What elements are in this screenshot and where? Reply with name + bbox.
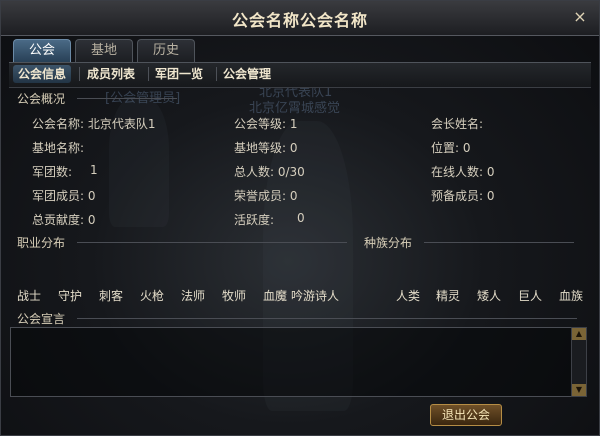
- position-field: 位置: 0: [431, 141, 471, 155]
- scroll-down-icon[interactable]: ▼: [572, 384, 586, 396]
- subtab-legion-overview[interactable]: 军团一览: [150, 65, 208, 83]
- total-members-field: 总人数: 0/30: [234, 165, 305, 179]
- class-distribution-divider: [77, 242, 347, 243]
- exit-guild-button[interactable]: 退出公会: [430, 404, 502, 426]
- tab-history[interactable]: 历史: [137, 39, 195, 62]
- tab-base[interactable]: 基地: [75, 39, 133, 62]
- overview-divider: [77, 98, 177, 99]
- class-guardian: 守护: [58, 289, 83, 303]
- total-contribution-field: 总贡献度: 0: [32, 213, 96, 227]
- subtab-divider: [148, 67, 149, 81]
- class-priest: 牧师: [222, 289, 247, 303]
- activity-value: 0: [297, 211, 305, 225]
- tab-guild[interactable]: 公会: [13, 39, 71, 62]
- race-distribution-title: 种族分布: [364, 236, 413, 250]
- background-admin-label: [公会管理员]: [105, 91, 181, 106]
- class-distribution-title: 职业分布: [17, 236, 66, 250]
- window-title: 公会名称公会名称: [231, 11, 368, 30]
- class-warrior: 战士: [17, 289, 42, 303]
- legion-count-value: 1: [90, 163, 98, 177]
- subtab-guild-management[interactable]: 公会管理: [218, 65, 276, 83]
- leader-name-field: 会长姓名:: [431, 117, 484, 131]
- subtab-divider: [79, 67, 80, 81]
- legion-count-label: 军团数:: [32, 165, 73, 179]
- scroll-up-icon[interactable]: ▲: [572, 328, 586, 340]
- declaration-divider: [77, 318, 577, 319]
- online-count-field: 在线人数: 0: [431, 165, 495, 179]
- declaration-textbox[interactable]: [10, 327, 572, 397]
- class-blood-demon: 血魔: [263, 289, 288, 303]
- honor-members-field: 荣誉成员: 0: [234, 189, 298, 203]
- race-elf: 精灵: [436, 289, 461, 303]
- base-name-field: 基地名称:: [32, 141, 85, 155]
- class-bard: 吟游诗人: [291, 289, 340, 303]
- race-human: 人类: [396, 289, 421, 303]
- sub-tabs: 公会信息 成员列表 军团一览 公会管理: [9, 62, 591, 88]
- close-icon[interactable]: ×: [571, 8, 589, 26]
- subtab-member-list[interactable]: 成员列表: [82, 65, 140, 83]
- class-mage: 法师: [181, 289, 206, 303]
- guild-level-field: 公会等级: 1: [234, 117, 298, 131]
- guild-name-field: 公会名称: 北京代表队1: [32, 117, 156, 131]
- race-giant: 巨人: [518, 289, 543, 303]
- declaration-title: 公会宣言: [17, 312, 66, 326]
- background-guild-subtitle: 北京亿霄城感觉: [249, 101, 341, 116]
- race-distribution-divider: [424, 242, 574, 243]
- guild-window: [公会管理员] 北京代表队1 北京亿霄城感觉 公会名称公会名称 × 公会 基地 …: [0, 0, 600, 436]
- subtab-guild-info[interactable]: 公会信息: [13, 65, 72, 83]
- overview-title: 公会概况: [17, 92, 66, 106]
- subtab-divider: [216, 67, 217, 81]
- race-bloodkin: 血族: [559, 289, 584, 303]
- declaration-scrollbar[interactable]: ▲ ▼: [571, 327, 587, 397]
- class-assassin: 刺客: [99, 289, 124, 303]
- legion-members-field: 军团成员: 0: [32, 189, 96, 203]
- reserve-members-field: 预备成员: 0: [431, 189, 495, 203]
- base-level-field: 基地等级: 0: [234, 141, 298, 155]
- activity-label: 活跃度:: [234, 213, 275, 227]
- class-gunner: 火枪: [140, 289, 165, 303]
- title-bar: 公会名称公会名称 ×: [1, 1, 599, 36]
- race-dwarf: 矮人: [477, 289, 502, 303]
